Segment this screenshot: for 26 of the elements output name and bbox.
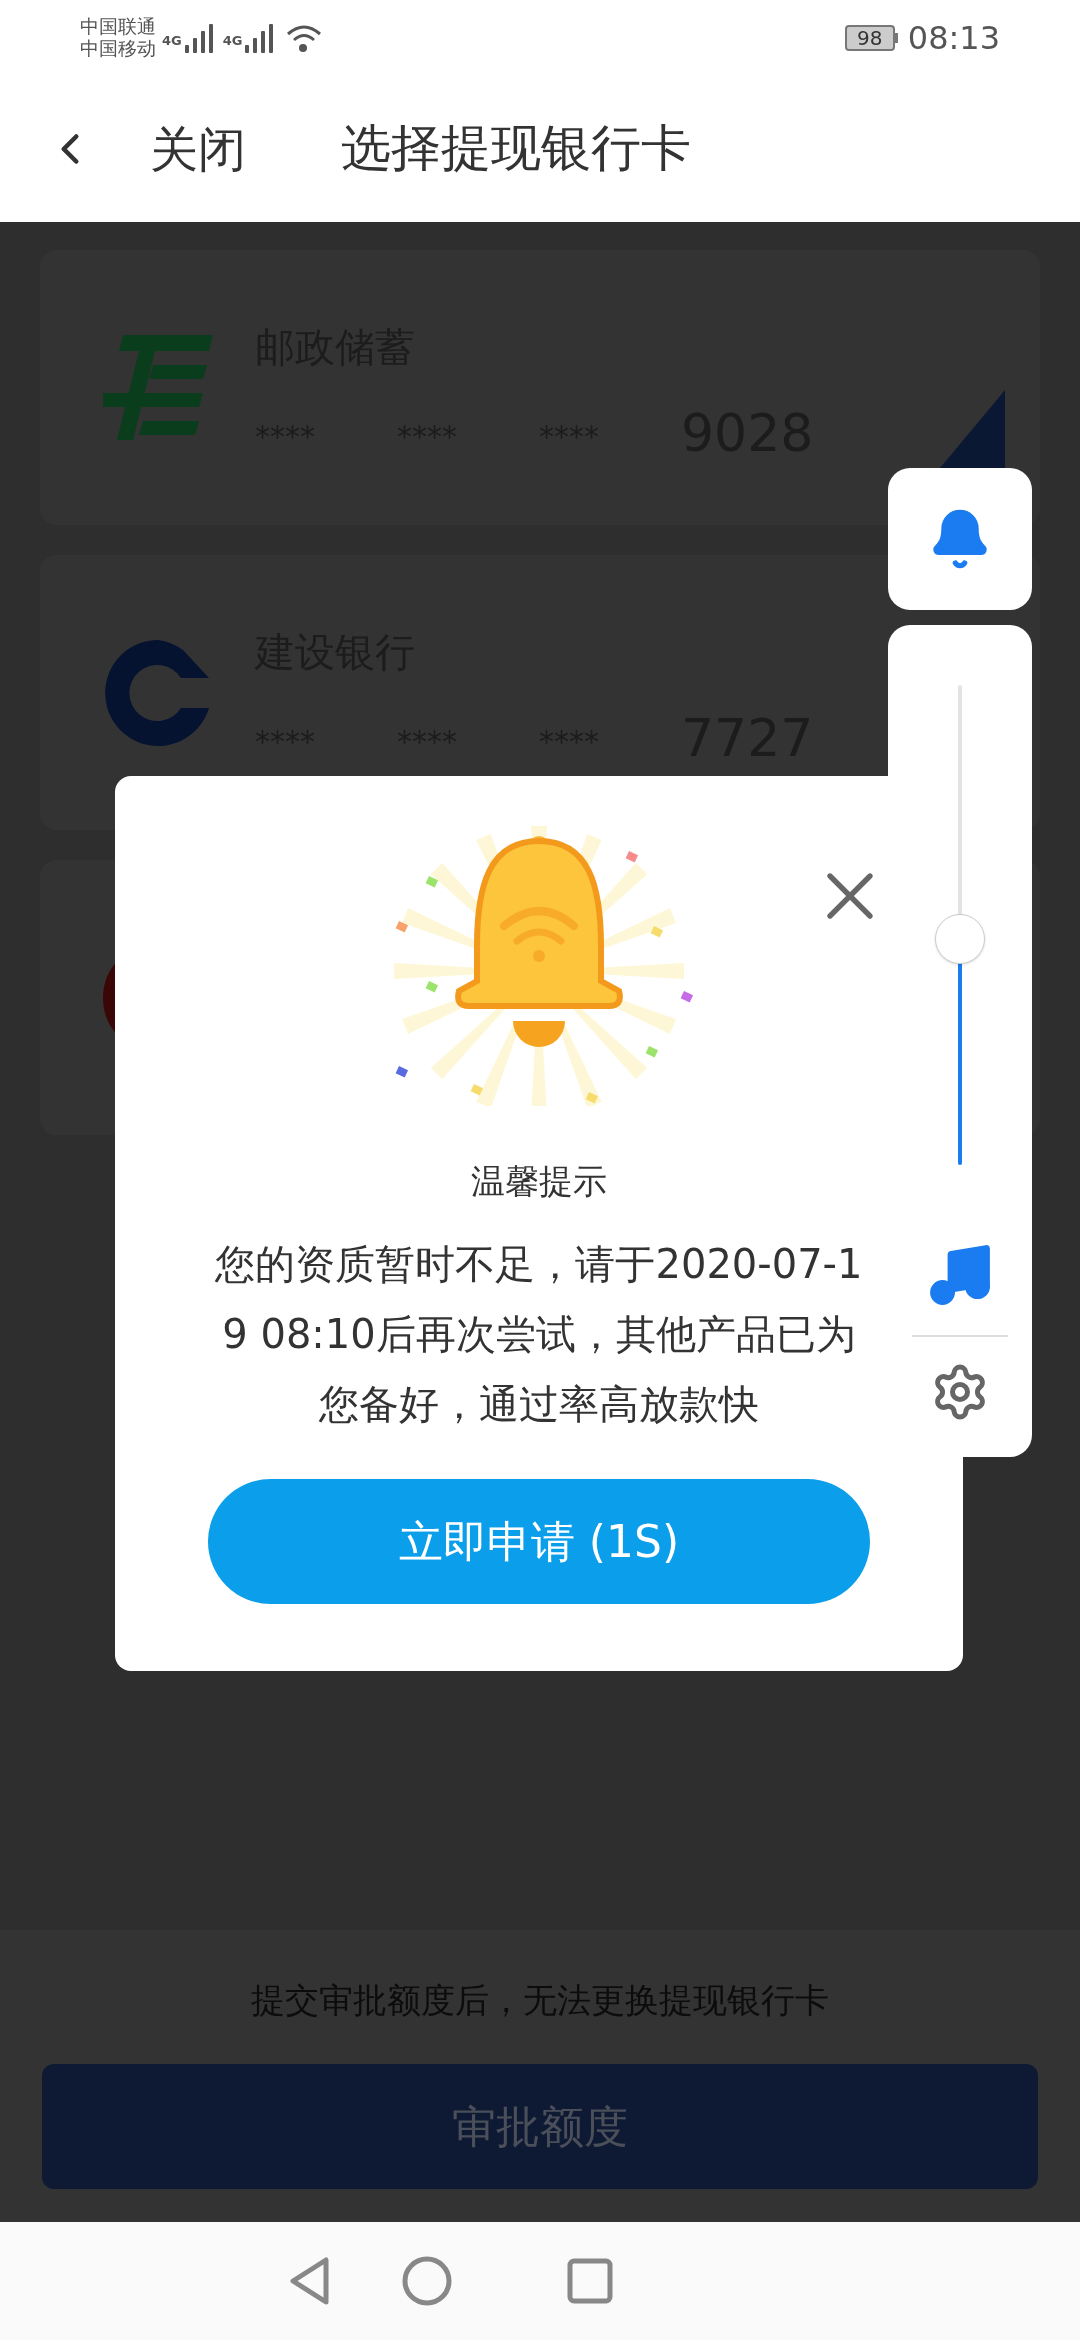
masked-digits: ****: [255, 722, 316, 761]
battery-icon: 98: [844, 24, 898, 51]
network-label: 4G: [222, 31, 243, 50]
approve-button[interactable]: 审批额度: [42, 2064, 1038, 2189]
wifi-icon: [285, 22, 324, 53]
apply-button[interactable]: 立即申请 (1S): [208, 1479, 870, 1604]
bank-logo-icon: [102, 335, 213, 440]
page-title: 选择提现银行卡: [341, 118, 691, 179]
dialog-title: 温馨提示: [471, 1160, 607, 1203]
clock: 08:13: [907, 17, 1000, 59]
masked-digits: ****: [539, 722, 600, 761]
dialog-message-line: 9 08:10后再次尝试，其他产品已为: [222, 1310, 856, 1359]
dialog-message-line: 您备好，通过率高放款快: [319, 1380, 759, 1429]
masked-digits: ****: [255, 417, 316, 456]
close-button[interactable]: 关闭: [150, 112, 246, 185]
masked-digits: ****: [539, 417, 600, 456]
home-nav-icon[interactable]: [402, 2256, 452, 2306]
carrier-label: 中国联通: [80, 15, 156, 38]
ringer-button[interactable]: [888, 468, 1032, 610]
dialog-message-line: 您的资质暂时不足，请于2020-07-1: [215, 1240, 863, 1289]
back-nav-icon[interactable]: [288, 2256, 332, 2306]
masked-digits: ****: [397, 722, 458, 761]
masked-digits: ****: [397, 417, 458, 456]
carrier-label: 中国移动: [80, 37, 156, 60]
network-label: 4G: [162, 31, 182, 50]
recents-nav-icon[interactable]: [567, 2258, 613, 2304]
